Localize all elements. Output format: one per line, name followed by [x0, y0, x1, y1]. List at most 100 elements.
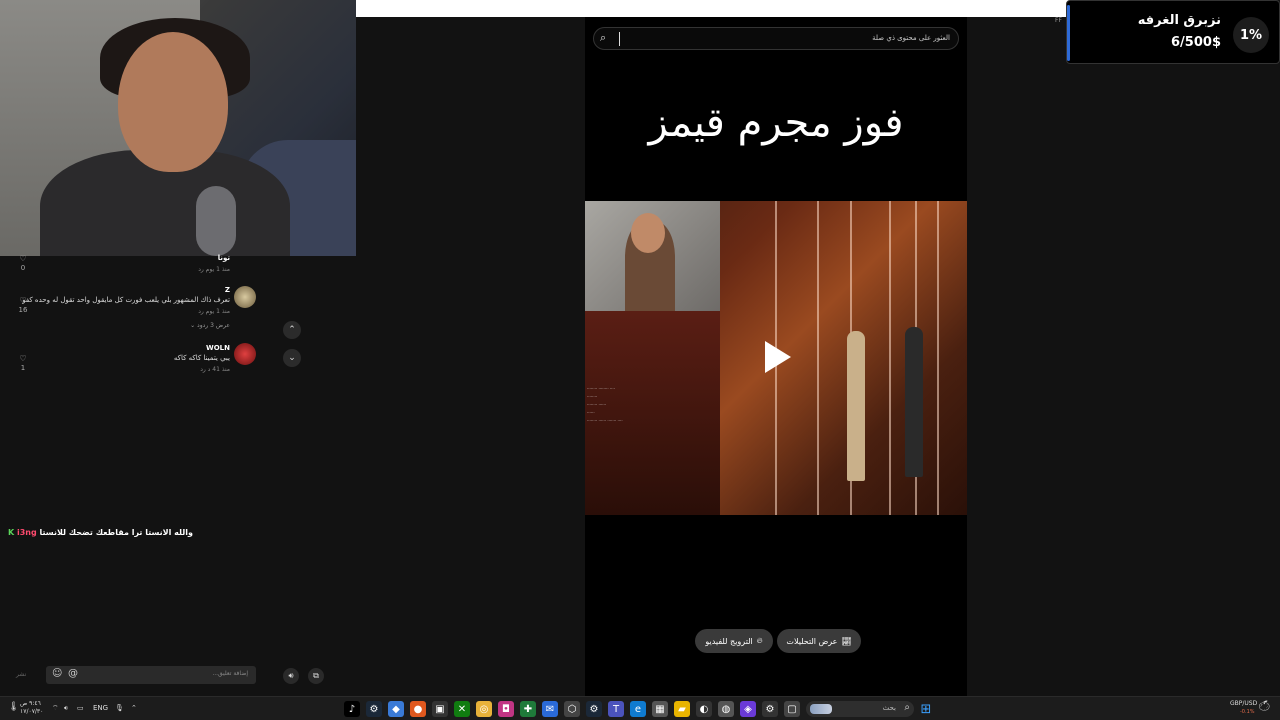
- avatar[interactable]: [234, 343, 256, 365]
- mail-icon[interactable]: ✉: [542, 701, 558, 717]
- comment-author[interactable]: تونا: [218, 254, 230, 262]
- goal-percent: 1%: [1233, 17, 1269, 53]
- language-indicator[interactable]: ENG: [93, 704, 108, 712]
- search-input[interactable]: ⌕ العثور على محتوى ذي صلة: [593, 27, 959, 50]
- copy-button[interactable]: ⧉: [308, 668, 324, 684]
- app-icon[interactable]: ●: [410, 701, 426, 717]
- app-icon[interactable]: ◍: [718, 701, 734, 717]
- app-icon[interactable]: ◈: [740, 701, 756, 717]
- chart-icon: 📈︎: [841, 636, 852, 646]
- scroll-down-button[interactable]: ⌄: [283, 349, 301, 367]
- steam-icon[interactable]: ⚙: [366, 701, 382, 717]
- teams-icon[interactable]: T: [608, 701, 624, 717]
- mention-icon[interactable]: @: [68, 668, 78, 679]
- search-icon: ⌕: [600, 31, 607, 44]
- avatar[interactable]: [234, 286, 256, 308]
- app-icon[interactable]: ▦: [652, 701, 668, 717]
- wifi-icon[interactable]: ⌔: [52, 704, 59, 713]
- comment-text: يبي يتمينا كاكه كاكه: [173, 354, 230, 362]
- chrome-icon[interactable]: ◎: [476, 701, 492, 717]
- like-count: 0: [20, 264, 26, 272]
- goal-accent: [1067, 5, 1070, 61]
- like-count: 16: [18, 306, 28, 314]
- tiktok-icon[interactable]: ♪: [344, 701, 360, 717]
- app-icon[interactable]: ◐: [696, 701, 712, 717]
- flame-icon: 🔥︎: [756, 636, 763, 645]
- chat-text: والله الانستا ترا مقاطعك تضحك للانستا: [39, 528, 193, 537]
- promote-label: الترويج للفيديو: [705, 636, 753, 646]
- app-icon[interactable]: ◆: [388, 701, 404, 717]
- search-placeholder: العثور على محتوى ذي صلة: [872, 34, 950, 42]
- task-view-icon[interactable]: ▢: [784, 701, 800, 717]
- overlay-text: ........ ...... ....... ....: [587, 417, 623, 422]
- clock-time[interactable]: ٩:٤٦ ص: [20, 700, 41, 707]
- search-highlight-image: [810, 704, 832, 714]
- video-title: فوز مجرم قيمز: [648, 100, 904, 146]
- clock-date[interactable]: ١٧/٠٧/٣٠: [20, 708, 43, 715]
- show-hidden-icons-icon[interactable]: ⌃: [131, 704, 137, 712]
- comment-meta: منذ 1 يوم رد: [198, 266, 230, 273]
- app-icon[interactable]: ⚙: [762, 701, 778, 717]
- goal-title: نزبرق الغرفه: [1137, 13, 1221, 28]
- app-icon[interactable]: ⬡: [564, 701, 580, 717]
- volume-icon[interactable]: 🔉︎: [64, 704, 68, 713]
- chat-message: K i3ng والله الانستا ترا مقاطعك تضحك للا…: [8, 528, 193, 537]
- taskbar-search[interactable]: بحث ⌕: [806, 701, 914, 717]
- heart-icon[interactable]: ♡: [14, 254, 32, 263]
- instagram-icon[interactable]: ◘: [498, 701, 514, 717]
- currency-pair[interactable]: GBP/USD: [1230, 700, 1257, 707]
- search-icon: ⌕: [904, 702, 910, 713]
- comment-author[interactable]: Z: [225, 286, 230, 294]
- taskbar: 🌡︎ ٩:٤٦ ص ١٧/٠٧/٣٠ ⌔ 🔉︎ ▭ ENG 🎙︎ ⌃ ♪ ⚙ ◆…: [0, 696, 1280, 720]
- app-icon[interactable]: ✚: [520, 701, 536, 717]
- app-icon[interactable]: ▣: [432, 701, 448, 717]
- currency-change: -0.1%: [1240, 709, 1255, 715]
- text-caret: [619, 32, 620, 46]
- xbox-icon[interactable]: ✕: [454, 701, 470, 717]
- promote-video-button[interactable]: 🔥︎ الترويج للفيديو: [695, 629, 773, 653]
- analytics-label: عرض التحليلات: [786, 636, 838, 646]
- copy-icon: ⧉: [313, 671, 319, 680]
- emoji-icon[interactable]: ☺: [52, 668, 62, 679]
- windows-start-icon[interactable]: ⊞: [918, 701, 934, 717]
- like-count: 1: [20, 364, 26, 372]
- video-thumbnail[interactable]: ........ ........ .... ........ ........…: [585, 201, 967, 515]
- taskbar-search-placeholder: بحث: [882, 704, 896, 712]
- comments-panel: تونا منذ 1 يوم رد ♡ 0 Z تعرف ذاك المشهور…: [0, 254, 272, 696]
- view-replies-button[interactable]: عرض 3 ردود ⌄: [190, 322, 230, 329]
- view-analytics-button[interactable]: 📈︎ عرض التحليلات: [777, 629, 861, 653]
- stock-widget-icon[interactable]: 🍊︎: [1258, 701, 1271, 712]
- chevron-up-icon: ⌃: [288, 325, 296, 335]
- heart-icon[interactable]: ♡: [14, 296, 32, 305]
- battery-icon[interactable]: ▭: [77, 704, 84, 712]
- play-icon[interactable]: [765, 341, 791, 373]
- goal-widget: FF 1% نزبرق الغرفه 6/500$: [1055, 0, 1280, 64]
- comment-meta: منذ 1 يوم رد: [198, 308, 230, 315]
- comment-input[interactable]: ☺ @ إضافة تعليق...: [46, 666, 256, 684]
- overlay-text: ........ ........ ....: [587, 385, 615, 390]
- chat-badge: K: [8, 528, 15, 537]
- overlay-text: ........: [587, 393, 598, 398]
- edge-icon[interactable]: e: [630, 701, 646, 717]
- overlay-text: ......: [587, 409, 595, 414]
- comment-text: تعرف ذاك المشهور بلي يلعب فورت كل مايقول…: [22, 296, 230, 304]
- post-button[interactable]: نشر: [16, 671, 26, 678]
- weather-icon[interactable]: 🌡︎: [8, 702, 19, 712]
- folder-icon[interactable]: ▰: [674, 701, 690, 717]
- comment-meta: منذ 41 د رد: [200, 366, 230, 373]
- browser-top-bar: [356, 0, 1076, 17]
- webcam-feed: [0, 0, 356, 256]
- chevron-down-icon: ⌄: [288, 353, 296, 363]
- scroll-up-button[interactable]: ⌃: [283, 321, 301, 339]
- chat-username: i3ng: [17, 528, 37, 537]
- steam-icon[interactable]: ⚙: [586, 701, 602, 717]
- heart-icon[interactable]: ♡: [14, 354, 32, 363]
- goal-amount: 6/500$: [1171, 35, 1221, 50]
- overlay-text: ........ ......: [587, 401, 607, 406]
- comment-author[interactable]: WOLN: [206, 344, 230, 352]
- volume-button[interactable]: 🔊︎: [283, 668, 299, 684]
- speaker-icon: 🔊︎: [288, 671, 294, 680]
- comment-input-placeholder: إضافة تعليق...: [212, 670, 248, 677]
- goal-side-label: FF: [1055, 17, 1062, 24]
- microphone-icon[interactable]: 🎙︎: [115, 704, 124, 712]
